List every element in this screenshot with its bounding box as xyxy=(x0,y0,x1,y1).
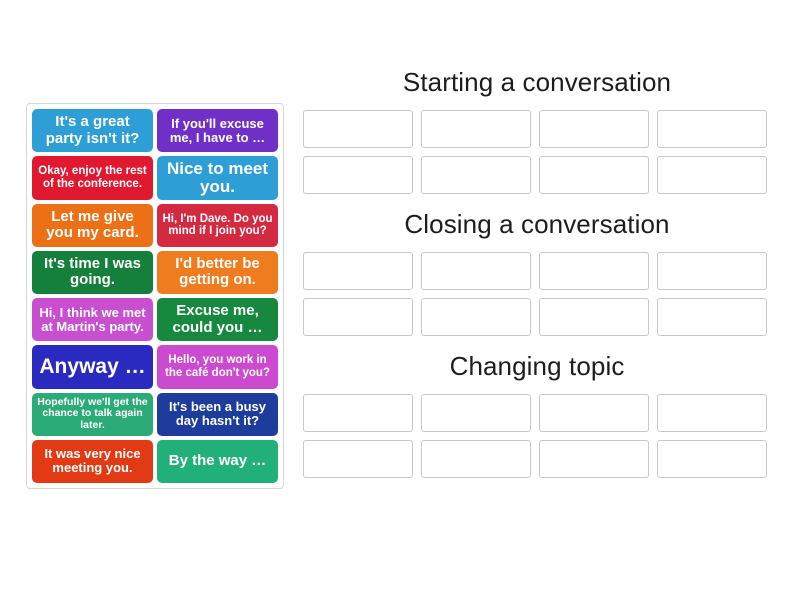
drop-slot[interactable] xyxy=(421,439,531,478)
drop-slot[interactable] xyxy=(421,393,531,432)
tile[interactable]: Nice to meet you. xyxy=(157,156,278,200)
tile-bank-panel: It's a great party isn't it? If you'll ex… xyxy=(26,103,284,489)
drop-slot[interactable] xyxy=(657,155,767,194)
tile-label: Hi, I think we met at Martin's party. xyxy=(39,304,146,334)
drop-slot[interactable] xyxy=(657,297,767,336)
tile-label: It's been a busy day hasn't it? xyxy=(168,399,266,429)
drop-slot[interactable] xyxy=(303,439,413,478)
tile-label: Hi, I'm Dave. Do you mind if I join you? xyxy=(162,212,273,238)
tile-label: If you'll excuse me, I have to … xyxy=(169,115,266,145)
tile[interactable]: Let me give you my card. xyxy=(32,203,153,247)
drop-slot[interactable] xyxy=(421,297,531,336)
drop-slot[interactable] xyxy=(539,109,649,148)
tile[interactable]: If you'll excuse me, I have to … xyxy=(157,109,278,153)
drop-slot[interactable] xyxy=(421,251,531,290)
tile[interactable]: Hi, I'm Dave. Do you mind if I join you? xyxy=(157,203,278,247)
drop-slot[interactable] xyxy=(657,251,767,290)
tile-label: It was very nice meeting you. xyxy=(44,446,141,476)
group-title: Starting a conversation xyxy=(402,67,672,97)
tile-label: Let me give you my card. xyxy=(46,207,139,242)
tile[interactable]: It's a great party isn't it? xyxy=(32,109,153,153)
drop-slot[interactable] xyxy=(303,109,413,148)
tile-label: I'd better be getting on. xyxy=(175,255,260,289)
drop-slot[interactable] xyxy=(303,155,413,194)
tile[interactable]: It's time I was going. xyxy=(32,250,153,294)
drop-slot[interactable] xyxy=(539,393,649,432)
drop-slot[interactable] xyxy=(539,439,649,478)
tile-label: Anyway … xyxy=(39,354,146,378)
drop-slot[interactable] xyxy=(539,251,649,290)
drop-slot[interactable] xyxy=(303,297,413,336)
tile-label: Excuse me, could you … xyxy=(172,302,263,336)
tile-label: It's a great party isn't it? xyxy=(45,113,140,147)
tile-label: Nice to meet you. xyxy=(166,158,269,196)
drop-slot[interactable] xyxy=(539,297,649,336)
drop-slot[interactable] xyxy=(657,393,767,432)
drop-slot-grid xyxy=(303,109,771,194)
tile-label: It's time I was going. xyxy=(44,255,141,289)
drop-slot[interactable] xyxy=(303,251,413,290)
drop-slot[interactable] xyxy=(657,439,767,478)
drop-slot[interactable] xyxy=(421,155,531,194)
tile[interactable]: By the way … xyxy=(157,439,278,483)
tile-label: Hello, you work in the café don't you? xyxy=(165,354,270,379)
group-title: Closing a conversation xyxy=(404,208,670,239)
drop-slot[interactable] xyxy=(657,109,767,148)
category-group: Closing a conversation xyxy=(303,208,771,336)
drop-slot[interactable] xyxy=(421,109,531,148)
tile[interactable]: Hi, I think we met at Martin's party. xyxy=(32,298,153,342)
tile[interactable]: It's been a busy day hasn't it? xyxy=(157,392,278,436)
drop-slot-grid xyxy=(303,251,771,336)
drop-slot-grid xyxy=(303,393,771,478)
group-title: Changing topic xyxy=(449,350,625,381)
category-groups: Starting a conversation Closing a convers… xyxy=(303,67,771,488)
category-group: Starting a conversation xyxy=(303,67,771,194)
tile[interactable]: Okay, enjoy the rest of the conference. xyxy=(32,156,153,200)
tile[interactable]: Hello, you work in the café don't you? xyxy=(157,345,278,389)
drop-slot[interactable] xyxy=(539,155,649,194)
category-group: Changing topic xyxy=(303,350,771,478)
tile[interactable]: Anyway … xyxy=(32,345,153,389)
tile-label: Hopefully we'll get the chance to talk a… xyxy=(37,396,148,431)
tile[interactable]: It was very nice meeting you. xyxy=(32,439,153,483)
tile[interactable]: Excuse me, could you … xyxy=(157,298,278,342)
tile[interactable]: Hopefully we'll get the chance to talk a… xyxy=(32,392,153,436)
tile-grid: It's a great party isn't it? If you'll ex… xyxy=(32,109,278,483)
tile-label: By the way … xyxy=(168,452,267,470)
tile[interactable]: I'd better be getting on. xyxy=(157,250,278,294)
tile-label: Okay, enjoy the rest of the conference. xyxy=(38,165,147,190)
drop-slot[interactable] xyxy=(303,393,413,432)
